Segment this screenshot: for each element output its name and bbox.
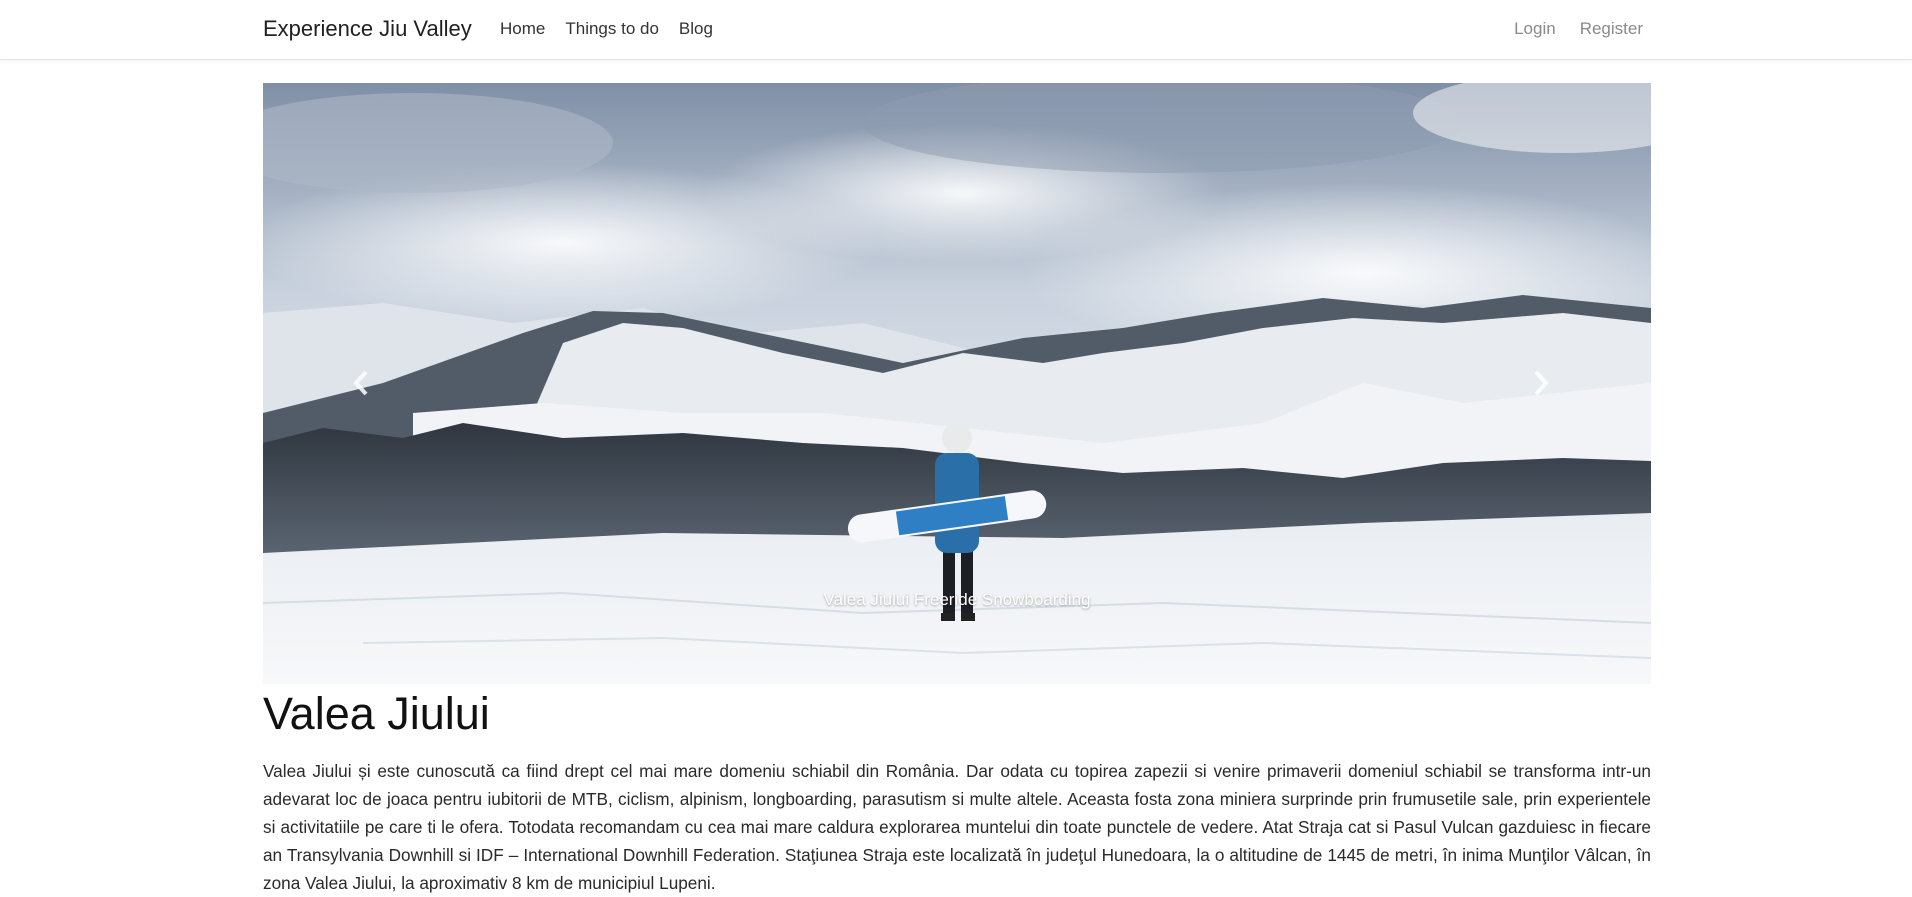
nav-home-link[interactable]: Home — [500, 19, 545, 39]
nav-blog-link[interactable]: Blog — [679, 19, 713, 39]
chevron-left-icon — [353, 370, 368, 396]
top-navbar: Experience Jiu Valley Home Things to do … — [0, 0, 1912, 60]
nav-things-to-do-link[interactable]: Things to do — [565, 19, 659, 39]
article-section: Valea Jiului Valea Jiului și este cunosc… — [263, 684, 1651, 897]
carousel-caption: Valea Jiului Freeride Snowboarding — [823, 590, 1091, 609]
hero-carousel[interactable]: Valea Jiului Freeride Snowboarding — [263, 83, 1651, 684]
article-title: Valea Jiului — [263, 688, 490, 739]
main-nav: Home Things to do Blog — [500, 19, 713, 39]
register-link[interactable]: Register — [1580, 19, 1643, 39]
login-link[interactable]: Login — [1514, 19, 1556, 39]
article-body: Valea Jiului și este cunoscută ca fiind … — [263, 761, 1651, 893]
brand-link[interactable]: Experience Jiu Valley — [263, 16, 472, 42]
carousel-prev-button[interactable] — [331, 353, 391, 413]
carousel-next-button[interactable] — [1511, 353, 1571, 413]
chevron-right-icon — [1534, 370, 1549, 396]
auth-nav: Login Register — [1514, 19, 1643, 39]
